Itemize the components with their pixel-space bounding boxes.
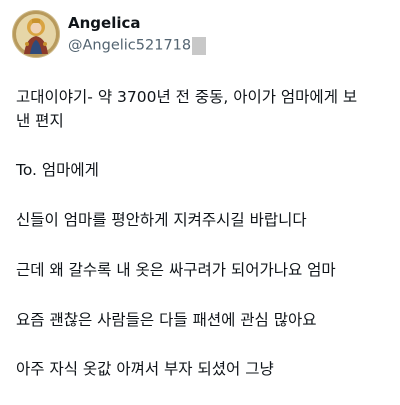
- tweet-title-line-2: 낸 편지: [16, 112, 64, 130]
- display-name[interactable]: Angelica: [68, 14, 141, 32]
- user-handle[interactable]: @Angelic521718: [68, 38, 191, 54]
- tweet-salutation: To. 엄마에게: [16, 161, 99, 179]
- redaction-box: [192, 36, 207, 55]
- tweet-paragraph: 신들이 엄마를 평안하게 지켜주시길 바랍니다: [16, 211, 307, 229]
- tweet-paragraph: 아주 자식 옷값 아껴서 부자 되셨어 그냥: [16, 360, 274, 378]
- tweet-paragraph: 근데 왜 갈수록 내 옷은 싸구려가 되어가나요 엄마: [16, 261, 336, 279]
- tweet-header: Angelica @Angelic521718: [12, 10, 392, 60]
- tweet-title-line-1: 고대이야기- 약 3700년 전 중동, 아이가 엄마에게 보: [16, 88, 358, 106]
- tweet-paragraph: 요즘 괜찮은 사람들은 다들 패션에 관심 많아요: [16, 311, 317, 329]
- handle-row: @Angelic521718: [68, 35, 207, 55]
- tweet: Angelica @Angelic521718 고대이야기- 약 3700년 전…: [0, 0, 400, 405]
- avatar[interactable]: [12, 10, 60, 58]
- saint-icon: [12, 10, 60, 58]
